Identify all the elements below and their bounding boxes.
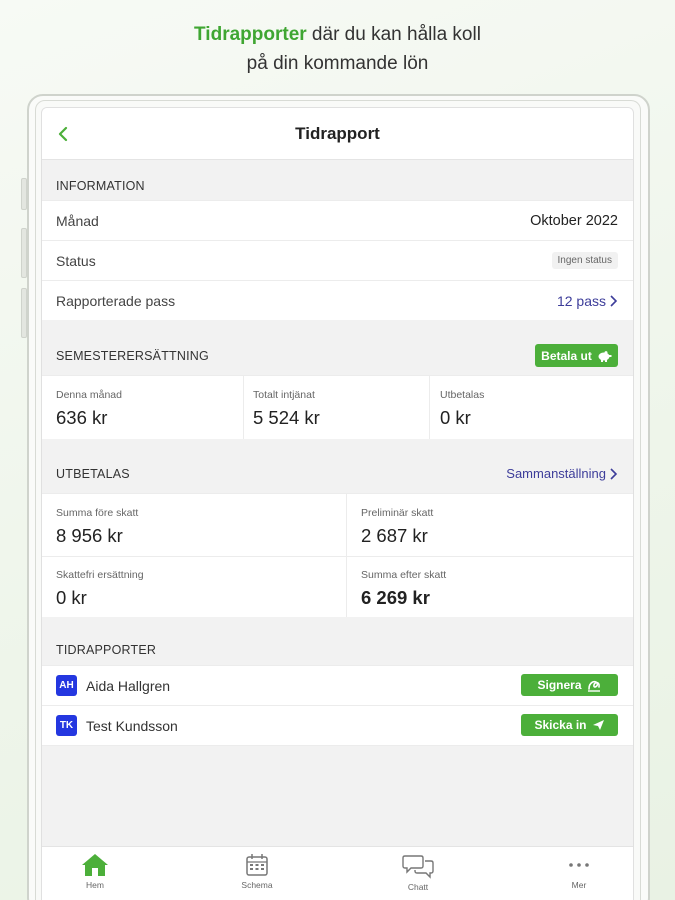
- home-icon: [82, 854, 108, 876]
- stat-value: 0 kr: [440, 407, 471, 428]
- promo-highlight: Tidrapporter: [194, 24, 307, 45]
- tab-label: Schema: [241, 880, 273, 890]
- summary-link[interactable]: Sammanställning: [506, 466, 618, 481]
- tab-label: Hem: [86, 880, 104, 890]
- row-label: Rapporterade pass: [56, 292, 176, 309]
- chevron-right-icon: [610, 294, 618, 307]
- send-icon: [592, 720, 604, 730]
- pay-out-button[interactable]: Betala ut: [535, 344, 618, 367]
- tab-bar: Hem Schema Chatt Mer: [42, 846, 633, 900]
- app-header: Tidrapport: [42, 108, 633, 160]
- stat-value: 6 269 kr: [361, 587, 430, 608]
- stat-label: Summa före skatt: [56, 507, 139, 519]
- button-label: Signera: [537, 678, 582, 692]
- page-title: Tidrapport: [295, 124, 380, 143]
- calendar-icon: [246, 854, 268, 876]
- stat-cell: Summa efter skatt 6 269 kr: [347, 556, 633, 618]
- payout-grid: Summa före skatt 8 956 kr Preliminär ska…: [42, 493, 633, 617]
- sign-button[interactable]: Signera: [521, 674, 618, 696]
- row-label: Status: [56, 252, 96, 269]
- tab-label: Mer: [571, 880, 587, 890]
- tab-label: Chatt: [407, 882, 429, 892]
- stat-label: Utbetalas: [440, 389, 485, 401]
- stat-cell: Summa före skatt 8 956 kr: [42, 494, 345, 556]
- tab-schedule[interactable]: Schema: [207, 853, 307, 890]
- tab-home[interactable]: Hem: [45, 853, 145, 890]
- section-heading-timesheets: TIDRAPPORTER: [56, 643, 157, 657]
- button-label: Betala ut: [541, 348, 592, 363]
- stat-value: 2 687 kr: [361, 525, 428, 546]
- stat-cell: Utbetalas 0 kr: [426, 376, 626, 439]
- stat-label: Summa efter skatt: [361, 569, 447, 581]
- app-screen: Tidrapport INFORMATION Månad Oktober 202…: [41, 107, 634, 900]
- tab-more[interactable]: Mer: [529, 853, 629, 890]
- stat-cell: Totalt intjänat 5 524 kr: [239, 376, 427, 439]
- stat-label: Totalt intjänat: [253, 389, 315, 401]
- stat-label: Denna månad: [56, 389, 122, 401]
- divider: [346, 494, 347, 617]
- stat-cell: Denna månad 636 kr: [42, 376, 242, 439]
- row-label: Månad: [56, 212, 99, 229]
- piggy-bank-icon: [598, 350, 612, 362]
- link-text: 12 pass: [556, 292, 606, 309]
- stat-value: 5 524 kr: [253, 407, 320, 428]
- tab-chat[interactable]: Chatt: [368, 853, 468, 892]
- info-row-reported-shifts[interactable]: Rapporterade pass 12 pass: [42, 280, 633, 320]
- submit-button[interactable]: Skicka in: [521, 714, 618, 736]
- avatar: TK: [56, 715, 77, 736]
- stat-cell: Skattefri ersättning 0 kr: [42, 556, 345, 618]
- promo-caption: Tidrapporter där du kan hålla koll på di…: [0, 20, 675, 78]
- stat-label: Preliminär skatt: [361, 507, 434, 519]
- info-row-month: Månad Oktober 2022: [42, 200, 633, 240]
- vacation-grid: Denna månad 636 kr Totalt intjänat 5 524…: [42, 375, 633, 439]
- more-icon: [569, 863, 589, 867]
- avatar: AH: [56, 675, 77, 696]
- signature-icon: [587, 680, 600, 692]
- chevron-right-icon: [610, 467, 618, 480]
- reported-shifts-link[interactable]: 12 pass: [557, 293, 618, 309]
- chat-icon: [402, 855, 434, 879]
- stat-value: 636 kr: [56, 407, 108, 428]
- stat-value: 8 956 kr: [56, 525, 123, 546]
- divider: [42, 745, 633, 746]
- info-row-status: Status Ingen status: [42, 240, 633, 280]
- stat-cell: Preliminär skatt 2 687 kr: [347, 494, 633, 556]
- promo-text-line2: på din kommande lön: [246, 53, 429, 74]
- stat-value: 0 kr: [56, 587, 87, 608]
- promo-text: där du kan hålla koll: [306, 24, 481, 45]
- row-value: Oktober 2022: [530, 212, 618, 229]
- status-badge: Ingen status: [551, 252, 618, 269]
- button-label: Skicka in: [534, 718, 587, 732]
- link-text: Sammanställning: [506, 466, 606, 481]
- stat-label: Skattefri ersättning: [56, 569, 144, 581]
